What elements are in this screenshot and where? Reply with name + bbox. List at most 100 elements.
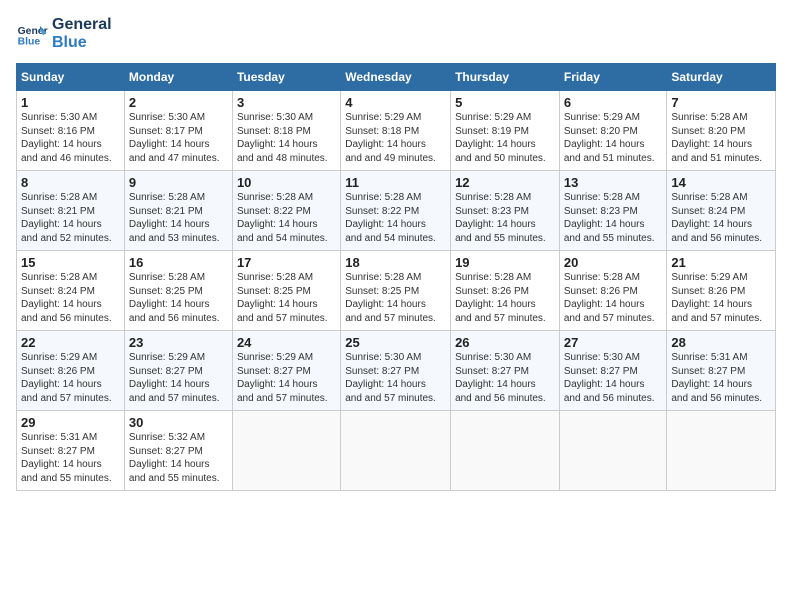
calendar-header-sunday: Sunday bbox=[17, 64, 125, 91]
day-cell-22: 22Sunrise: 5:29 AMSunset: 8:26 PMDayligh… bbox=[17, 331, 125, 411]
day-cell-12: 12Sunrise: 5:28 AMSunset: 8:23 PMDayligh… bbox=[451, 171, 560, 251]
day-info: Sunrise: 5:28 AMSunset: 8:25 PMDaylight:… bbox=[345, 271, 446, 325]
day-cell-24: 24Sunrise: 5:29 AMSunset: 8:27 PMDayligh… bbox=[232, 331, 340, 411]
day-number: 10 bbox=[237, 175, 336, 190]
day-info: Sunrise: 5:28 AMSunset: 8:23 PMDaylight:… bbox=[455, 191, 555, 245]
day-number: 17 bbox=[237, 255, 336, 270]
day-cell-6: 6Sunrise: 5:29 AMSunset: 8:20 PMDaylight… bbox=[559, 91, 667, 171]
day-info: Sunrise: 5:28 AMSunset: 8:25 PMDaylight:… bbox=[237, 271, 336, 325]
header: General Blue General Blue bbox=[16, 16, 776, 51]
day-number: 22 bbox=[21, 335, 120, 350]
calendar-week-1: 1Sunrise: 5:30 AMSunset: 8:16 PMDaylight… bbox=[17, 91, 776, 171]
calendar-header-monday: Monday bbox=[124, 64, 232, 91]
logo-icon: General Blue bbox=[16, 18, 48, 50]
day-info: Sunrise: 5:31 AMSunset: 8:27 PMDaylight:… bbox=[671, 351, 771, 405]
day-number: 16 bbox=[129, 255, 228, 270]
day-cell-18: 18Sunrise: 5:28 AMSunset: 8:25 PMDayligh… bbox=[341, 251, 451, 331]
day-cell-21: 21Sunrise: 5:29 AMSunset: 8:26 PMDayligh… bbox=[667, 251, 776, 331]
day-info: Sunrise: 5:29 AMSunset: 8:18 PMDaylight:… bbox=[345, 111, 446, 165]
day-number: 9 bbox=[129, 175, 228, 190]
day-number: 29 bbox=[21, 415, 120, 430]
day-cell-28: 28Sunrise: 5:31 AMSunset: 8:27 PMDayligh… bbox=[667, 331, 776, 411]
day-cell-13: 13Sunrise: 5:28 AMSunset: 8:23 PMDayligh… bbox=[559, 171, 667, 251]
empty-cell bbox=[559, 411, 667, 491]
day-number: 1 bbox=[21, 95, 120, 110]
day-info: Sunrise: 5:29 AMSunset: 8:27 PMDaylight:… bbox=[237, 351, 336, 405]
day-cell-17: 17Sunrise: 5:28 AMSunset: 8:25 PMDayligh… bbox=[232, 251, 340, 331]
day-info: Sunrise: 5:28 AMSunset: 8:24 PMDaylight:… bbox=[671, 191, 771, 245]
day-number: 14 bbox=[671, 175, 771, 190]
calendar-header-thursday: Thursday bbox=[451, 64, 560, 91]
day-info: Sunrise: 5:28 AMSunset: 8:25 PMDaylight:… bbox=[129, 271, 228, 325]
empty-cell bbox=[341, 411, 451, 491]
day-info: Sunrise: 5:30 AMSunset: 8:27 PMDaylight:… bbox=[455, 351, 555, 405]
logo: General Blue General Blue bbox=[16, 16, 112, 51]
calendar-header-saturday: Saturday bbox=[667, 64, 776, 91]
day-cell-4: 4Sunrise: 5:29 AMSunset: 8:18 PMDaylight… bbox=[341, 91, 451, 171]
day-cell-16: 16Sunrise: 5:28 AMSunset: 8:25 PMDayligh… bbox=[124, 251, 232, 331]
calendar-header-friday: Friday bbox=[559, 64, 667, 91]
day-cell-3: 3Sunrise: 5:30 AMSunset: 8:18 PMDaylight… bbox=[232, 91, 340, 171]
day-info: Sunrise: 5:31 AMSunset: 8:27 PMDaylight:… bbox=[21, 431, 120, 485]
day-number: 2 bbox=[129, 95, 228, 110]
day-number: 18 bbox=[345, 255, 446, 270]
day-number: 19 bbox=[455, 255, 555, 270]
day-number: 8 bbox=[21, 175, 120, 190]
day-info: Sunrise: 5:28 AMSunset: 8:26 PMDaylight:… bbox=[455, 271, 555, 325]
day-cell-5: 5Sunrise: 5:29 AMSunset: 8:19 PMDaylight… bbox=[451, 91, 560, 171]
day-number: 5 bbox=[455, 95, 555, 110]
calendar-header-row: SundayMondayTuesdayWednesdayThursdayFrid… bbox=[17, 64, 776, 91]
empty-cell bbox=[667, 411, 776, 491]
day-number: 7 bbox=[671, 95, 771, 110]
day-info: Sunrise: 5:29 AMSunset: 8:27 PMDaylight:… bbox=[129, 351, 228, 405]
day-number: 20 bbox=[564, 255, 663, 270]
calendar-header-tuesday: Tuesday bbox=[232, 64, 340, 91]
day-number: 11 bbox=[345, 175, 446, 190]
day-number: 15 bbox=[21, 255, 120, 270]
day-info: Sunrise: 5:28 AMSunset: 8:22 PMDaylight:… bbox=[237, 191, 336, 245]
day-info: Sunrise: 5:29 AMSunset: 8:26 PMDaylight:… bbox=[21, 351, 120, 405]
day-cell-26: 26Sunrise: 5:30 AMSunset: 8:27 PMDayligh… bbox=[451, 331, 560, 411]
day-info: Sunrise: 5:30 AMSunset: 8:16 PMDaylight:… bbox=[21, 111, 120, 165]
day-cell-10: 10Sunrise: 5:28 AMSunset: 8:22 PMDayligh… bbox=[232, 171, 340, 251]
calendar-week-3: 15Sunrise: 5:28 AMSunset: 8:24 PMDayligh… bbox=[17, 251, 776, 331]
day-cell-8: 8Sunrise: 5:28 AMSunset: 8:21 PMDaylight… bbox=[17, 171, 125, 251]
day-cell-11: 11Sunrise: 5:28 AMSunset: 8:22 PMDayligh… bbox=[341, 171, 451, 251]
day-cell-30: 30Sunrise: 5:32 AMSunset: 8:27 PMDayligh… bbox=[124, 411, 232, 491]
day-cell-19: 19Sunrise: 5:28 AMSunset: 8:26 PMDayligh… bbox=[451, 251, 560, 331]
logo-blue: Blue bbox=[52, 34, 112, 52]
calendar-body: 1Sunrise: 5:30 AMSunset: 8:16 PMDaylight… bbox=[17, 91, 776, 491]
day-cell-15: 15Sunrise: 5:28 AMSunset: 8:24 PMDayligh… bbox=[17, 251, 125, 331]
day-number: 26 bbox=[455, 335, 555, 350]
day-info: Sunrise: 5:28 AMSunset: 8:20 PMDaylight:… bbox=[671, 111, 771, 165]
day-info: Sunrise: 5:28 AMSunset: 8:21 PMDaylight:… bbox=[21, 191, 120, 245]
day-info: Sunrise: 5:30 AMSunset: 8:18 PMDaylight:… bbox=[237, 111, 336, 165]
svg-text:Blue: Blue bbox=[18, 36, 41, 47]
day-number: 23 bbox=[129, 335, 228, 350]
day-number: 4 bbox=[345, 95, 446, 110]
day-cell-29: 29Sunrise: 5:31 AMSunset: 8:27 PMDayligh… bbox=[17, 411, 125, 491]
calendar-week-5: 29Sunrise: 5:31 AMSunset: 8:27 PMDayligh… bbox=[17, 411, 776, 491]
day-cell-20: 20Sunrise: 5:28 AMSunset: 8:26 PMDayligh… bbox=[559, 251, 667, 331]
day-info: Sunrise: 5:30 AMSunset: 8:27 PMDaylight:… bbox=[564, 351, 663, 405]
day-info: Sunrise: 5:28 AMSunset: 8:24 PMDaylight:… bbox=[21, 271, 120, 325]
day-info: Sunrise: 5:30 AMSunset: 8:17 PMDaylight:… bbox=[129, 111, 228, 165]
day-cell-7: 7Sunrise: 5:28 AMSunset: 8:20 PMDaylight… bbox=[667, 91, 776, 171]
day-number: 30 bbox=[129, 415, 228, 430]
day-number: 27 bbox=[564, 335, 663, 350]
day-cell-27: 27Sunrise: 5:30 AMSunset: 8:27 PMDayligh… bbox=[559, 331, 667, 411]
day-cell-25: 25Sunrise: 5:30 AMSunset: 8:27 PMDayligh… bbox=[341, 331, 451, 411]
day-cell-14: 14Sunrise: 5:28 AMSunset: 8:24 PMDayligh… bbox=[667, 171, 776, 251]
day-number: 28 bbox=[671, 335, 771, 350]
day-number: 3 bbox=[237, 95, 336, 110]
calendar-table: SundayMondayTuesdayWednesdayThursdayFrid… bbox=[16, 63, 776, 491]
empty-cell bbox=[451, 411, 560, 491]
day-info: Sunrise: 5:30 AMSunset: 8:27 PMDaylight:… bbox=[345, 351, 446, 405]
day-number: 13 bbox=[564, 175, 663, 190]
day-info: Sunrise: 5:29 AMSunset: 8:26 PMDaylight:… bbox=[671, 271, 771, 325]
calendar-header-wednesday: Wednesday bbox=[341, 64, 451, 91]
day-number: 12 bbox=[455, 175, 555, 190]
day-info: Sunrise: 5:28 AMSunset: 8:22 PMDaylight:… bbox=[345, 191, 446, 245]
calendar-week-4: 22Sunrise: 5:29 AMSunset: 8:26 PMDayligh… bbox=[17, 331, 776, 411]
day-info: Sunrise: 5:28 AMSunset: 8:21 PMDaylight:… bbox=[129, 191, 228, 245]
